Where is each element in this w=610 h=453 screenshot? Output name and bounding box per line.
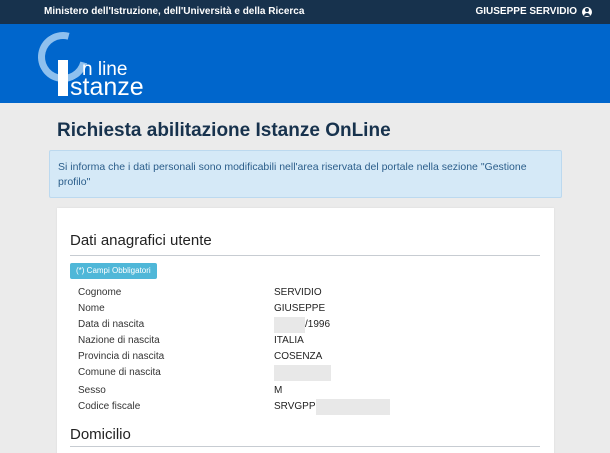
field-row-nome: Nome GIUSEPPE (57, 301, 554, 317)
ministry-name: Ministero dell'Istruzione, dell'Universi… (44, 6, 305, 17)
field-value: M (274, 385, 283, 396)
page-title: Richiesta abilitazione Istanze OnLine (57, 120, 391, 141)
field-value: SRVGPP (274, 401, 316, 412)
user-menu[interactable]: GIUSEPPE SERVIDIO (475, 6, 592, 17)
field-label: Comune di nascita (78, 367, 161, 378)
top-bar: Ministero dell'Istruzione, dell'Universi… (0, 0, 610, 24)
istanze-online-logo[interactable]: n line stanze (28, 22, 164, 101)
field-row-cognome: Cognome SERVIDIO (57, 285, 554, 301)
field-value-wrap (274, 365, 331, 381)
section-divider (70, 446, 540, 447)
user-name: GIUSEPPE SERVIDIO (475, 6, 577, 17)
redacted-block (315, 399, 390, 415)
field-value-wrap: /1996 (274, 317, 330, 333)
info-alert: Si informa che i dati personali sono mod… (49, 150, 562, 198)
field-row-data-nascita: Data di nascita /1996 (57, 317, 554, 333)
required-fields-badge: (*) Campi Obbligatori (70, 263, 157, 279)
field-label: Data di nascita (78, 319, 145, 330)
field-value-wrap: SRVGPP (274, 399, 390, 415)
redacted-block (274, 317, 305, 333)
field-row-comune: Comune di nascita (57, 365, 554, 381)
field-value: SERVIDIO (274, 287, 322, 298)
field-row-nazione: Nazione di nascita ITALIA (57, 333, 554, 349)
field-label: Nazione di nascita (78, 335, 160, 346)
logo-bar-icon (58, 60, 68, 96)
field-label: Sesso (78, 385, 106, 396)
field-label: Codice fiscale (78, 401, 141, 412)
site-header: n line stanze (0, 22, 610, 103)
field-value: ITALIA (274, 335, 304, 346)
section-title-domicilio: Domicilio (70, 426, 131, 443)
section-title-dati-anagrafici: Dati anagrafici utente (70, 232, 212, 249)
field-label: Nome (78, 303, 105, 314)
user-circle-icon (582, 6, 592, 17)
section-divider (70, 255, 540, 256)
field-value: COSENZA (274, 351, 323, 362)
field-value: /1996 (305, 319, 331, 330)
form-card: Dati anagrafici utente (*) Campi Obbliga… (57, 208, 554, 453)
field-row-codice-fiscale: Codice fiscale SRVGPP (57, 399, 554, 415)
field-label: Provincia di nascita (78, 351, 165, 362)
field-row-sesso: Sesso M (57, 383, 554, 399)
field-row-provincia: Provincia di nascita COSENZA (57, 349, 554, 365)
field-label: Cognome (78, 287, 122, 298)
field-value: GIUSEPPE (274, 303, 326, 314)
redacted-block (274, 365, 331, 381)
logo-text-line2: stanze (70, 73, 144, 101)
